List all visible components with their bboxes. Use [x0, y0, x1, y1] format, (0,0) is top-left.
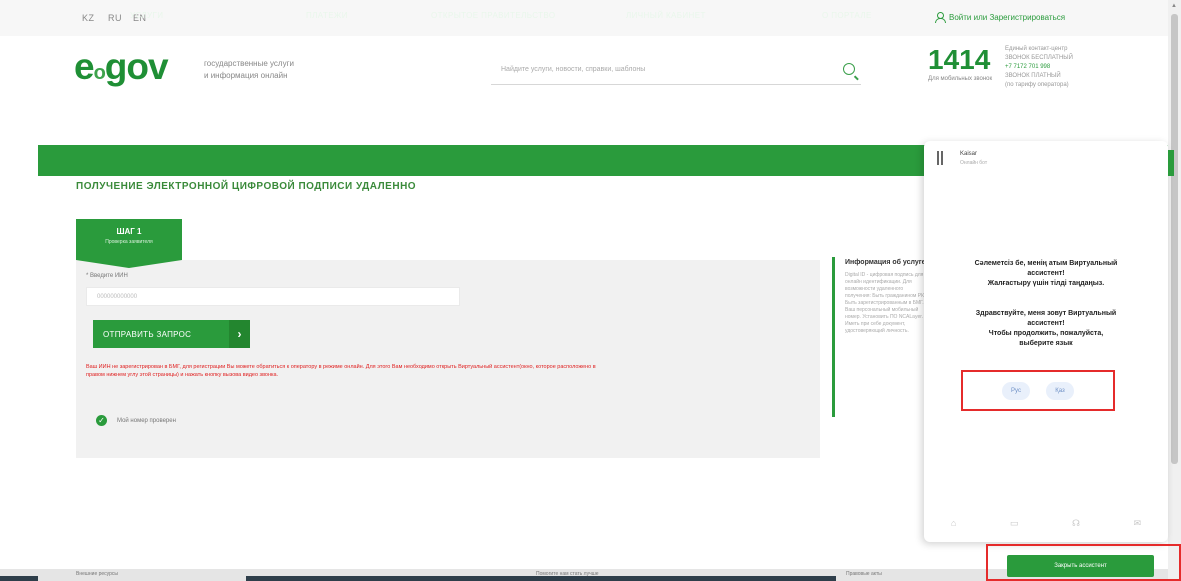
- send-request-label: ОТПРАВИТЬ ЗАПРОС: [103, 329, 192, 339]
- contact-lines: Единый контакт-центр ЗВОНОК БЕСПЛАТНЫЙ +…: [1005, 45, 1073, 90]
- check-circle-icon: ✓: [96, 415, 107, 426]
- user-icon: [935, 12, 946, 23]
- bot-status: Онлайн бот: [960, 160, 988, 166]
- search-input[interactable]: Найдите услуги, новости, справки, шаблон…: [491, 58, 861, 85]
- language-choice-group: Рус Қаз: [961, 370, 1115, 411]
- nav-item-payments[interactable]: ПЛАТЕЖИ: [306, 11, 348, 20]
- lang-kz-button[interactable]: Қаз: [1046, 381, 1074, 400]
- send-request-button[interactable]: ОТПРАВИТЬ ЗАПРОС ›: [93, 320, 250, 348]
- step-title: ШАГ 1: [116, 227, 142, 236]
- bot-name: Kaisar: [960, 151, 978, 157]
- footer-link-center[interactable]: Помогите нам стать лучше: [536, 571, 599, 577]
- egov-logo[interactable]: eοgov: [74, 46, 169, 87]
- home-icon[interactable]: ⌂: [951, 518, 956, 528]
- video-icon[interactable]: ▭: [1010, 518, 1019, 529]
- lang-ru-button[interactable]: Рус: [1002, 381, 1030, 400]
- chat-toolbar: ⌂ ▭ ☊ ✉: [924, 513, 1168, 533]
- tagline-line-1: государственные услуги: [204, 59, 294, 68]
- bot-avatar-icon: [937, 151, 943, 165]
- info-title: Информация об услуге: [845, 259, 926, 266]
- info-panel: Информация об услуге Digital ID - цифров…: [832, 257, 928, 417]
- iin-value: 000000000000: [97, 294, 138, 300]
- login-text: Войти или Зарегистрироваться: [949, 12, 1066, 22]
- contact-line: Единый контакт-центр: [1005, 46, 1068, 52]
- logo-tagline: государственные услуги и информация онла…: [204, 58, 334, 82]
- nav-item-open-government[interactable]: ОТКРЫТОЕ ПРАВИТЕЛЬСТВО: [431, 11, 556, 20]
- phone-check-status: ✓ Мой номер проверен: [96, 415, 176, 426]
- step-subtitle: Проверка заявителя: [105, 239, 153, 245]
- chat-line: ассистент!: [1027, 270, 1065, 277]
- logo-prefix: e: [74, 46, 95, 87]
- nav-item-services[interactable]: УСЛУГИ: [130, 11, 163, 20]
- footer-link-left[interactable]: Внешние ресурсы: [76, 571, 118, 577]
- tagline-line-2: и информация онлайн: [204, 71, 288, 80]
- chat-line: Чтобы продолжить, пожалуйста,: [988, 330, 1104, 337]
- lang-ru-link[interactable]: RU: [108, 13, 122, 23]
- contact-line: +7 7172 701 998: [1005, 64, 1051, 70]
- logo-main: gov: [104, 46, 169, 87]
- nav-item-personal-cabinet[interactable]: ЛИЧНЫЙ КАБИНЕТ: [626, 11, 706, 20]
- logo-small: ο: [93, 62, 106, 84]
- chat-message-ru: Здравствуйте, меня зовут Виртуальный асс…: [942, 309, 1150, 349]
- scroll-up-icon[interactable]: ▲: [1171, 3, 1177, 9]
- iin-input[interactable]: 000000000000: [86, 287, 460, 306]
- login-link[interactable]: Войти или Зарегистрироваться: [935, 12, 1066, 23]
- virtual-assistant-panel: Kaisar Онлайн бот Сәлеметсіз бе, менің а…: [924, 141, 1174, 542]
- message-icon[interactable]: ✉: [1134, 518, 1142, 529]
- contact-line: (по тарифу оператора): [1005, 82, 1069, 88]
- headset-icon[interactable]: ☊: [1072, 518, 1080, 529]
- chat-message-kz: Сәлеметсіз бе, менің атым Виртуальный ас…: [942, 259, 1150, 289]
- footer-link-right[interactable]: Правовые акты: [846, 571, 882, 577]
- info-text: Digital ID - цифровая подпись для онлайн…: [845, 272, 926, 334]
- contact-number-caption: Для мобильных звонок: [928, 76, 993, 82]
- chat-line: выберите язык: [1019, 340, 1073, 347]
- contact-number: 1414: [928, 44, 991, 75]
- chat-line: Сәлеметсіз бе, менің атым Виртуальный: [974, 260, 1118, 267]
- search-icon[interactable]: [843, 63, 855, 75]
- chat-accent-bar: [1168, 150, 1174, 176]
- iin-label: * Введите ИИН: [86, 273, 128, 279]
- search-placeholder: Найдите услуги, новости, справки, шаблон…: [501, 66, 646, 73]
- chat-line: Жалғастыру үшін тілді таңдаңыз.: [987, 280, 1105, 287]
- lang-kz-link[interactable]: KZ: [82, 13, 95, 23]
- contact-line: ЗВОНОК БЕСПЛАТНЫЙ: [1005, 55, 1073, 61]
- scroll-thumb[interactable]: [1171, 14, 1178, 464]
- page-scrollbar[interactable]: ▲: [1168, 0, 1181, 581]
- nav-item-about[interactable]: О ПОРТАЛЕ: [822, 11, 872, 20]
- chevron-right-icon: ›: [229, 320, 250, 348]
- chat-line: ассистент!: [1027, 320, 1065, 327]
- step-tab: ШАГ 1 Проверка заявителя: [76, 219, 182, 268]
- assistant-toggle-button[interactable]: Закрыть ассистент: [1007, 555, 1154, 577]
- warning-message: Ваш ИИН не зарегистрирован в БМГ, для ре…: [86, 364, 596, 378]
- contact-line: ЗВОНОК ПЛАТНЫЙ: [1005, 73, 1061, 79]
- page-title: ПОЛУЧЕНИЕ ЭЛЕКТРОННОЙ ЦИФРОВОЙ ПОДПИСИ У…: [76, 181, 417, 192]
- chat-line: Здравствуйте, меня зовут Виртуальный: [975, 310, 1117, 317]
- check-label: Мой номер проверен: [117, 417, 176, 424]
- footer-divider: [0, 576, 38, 581]
